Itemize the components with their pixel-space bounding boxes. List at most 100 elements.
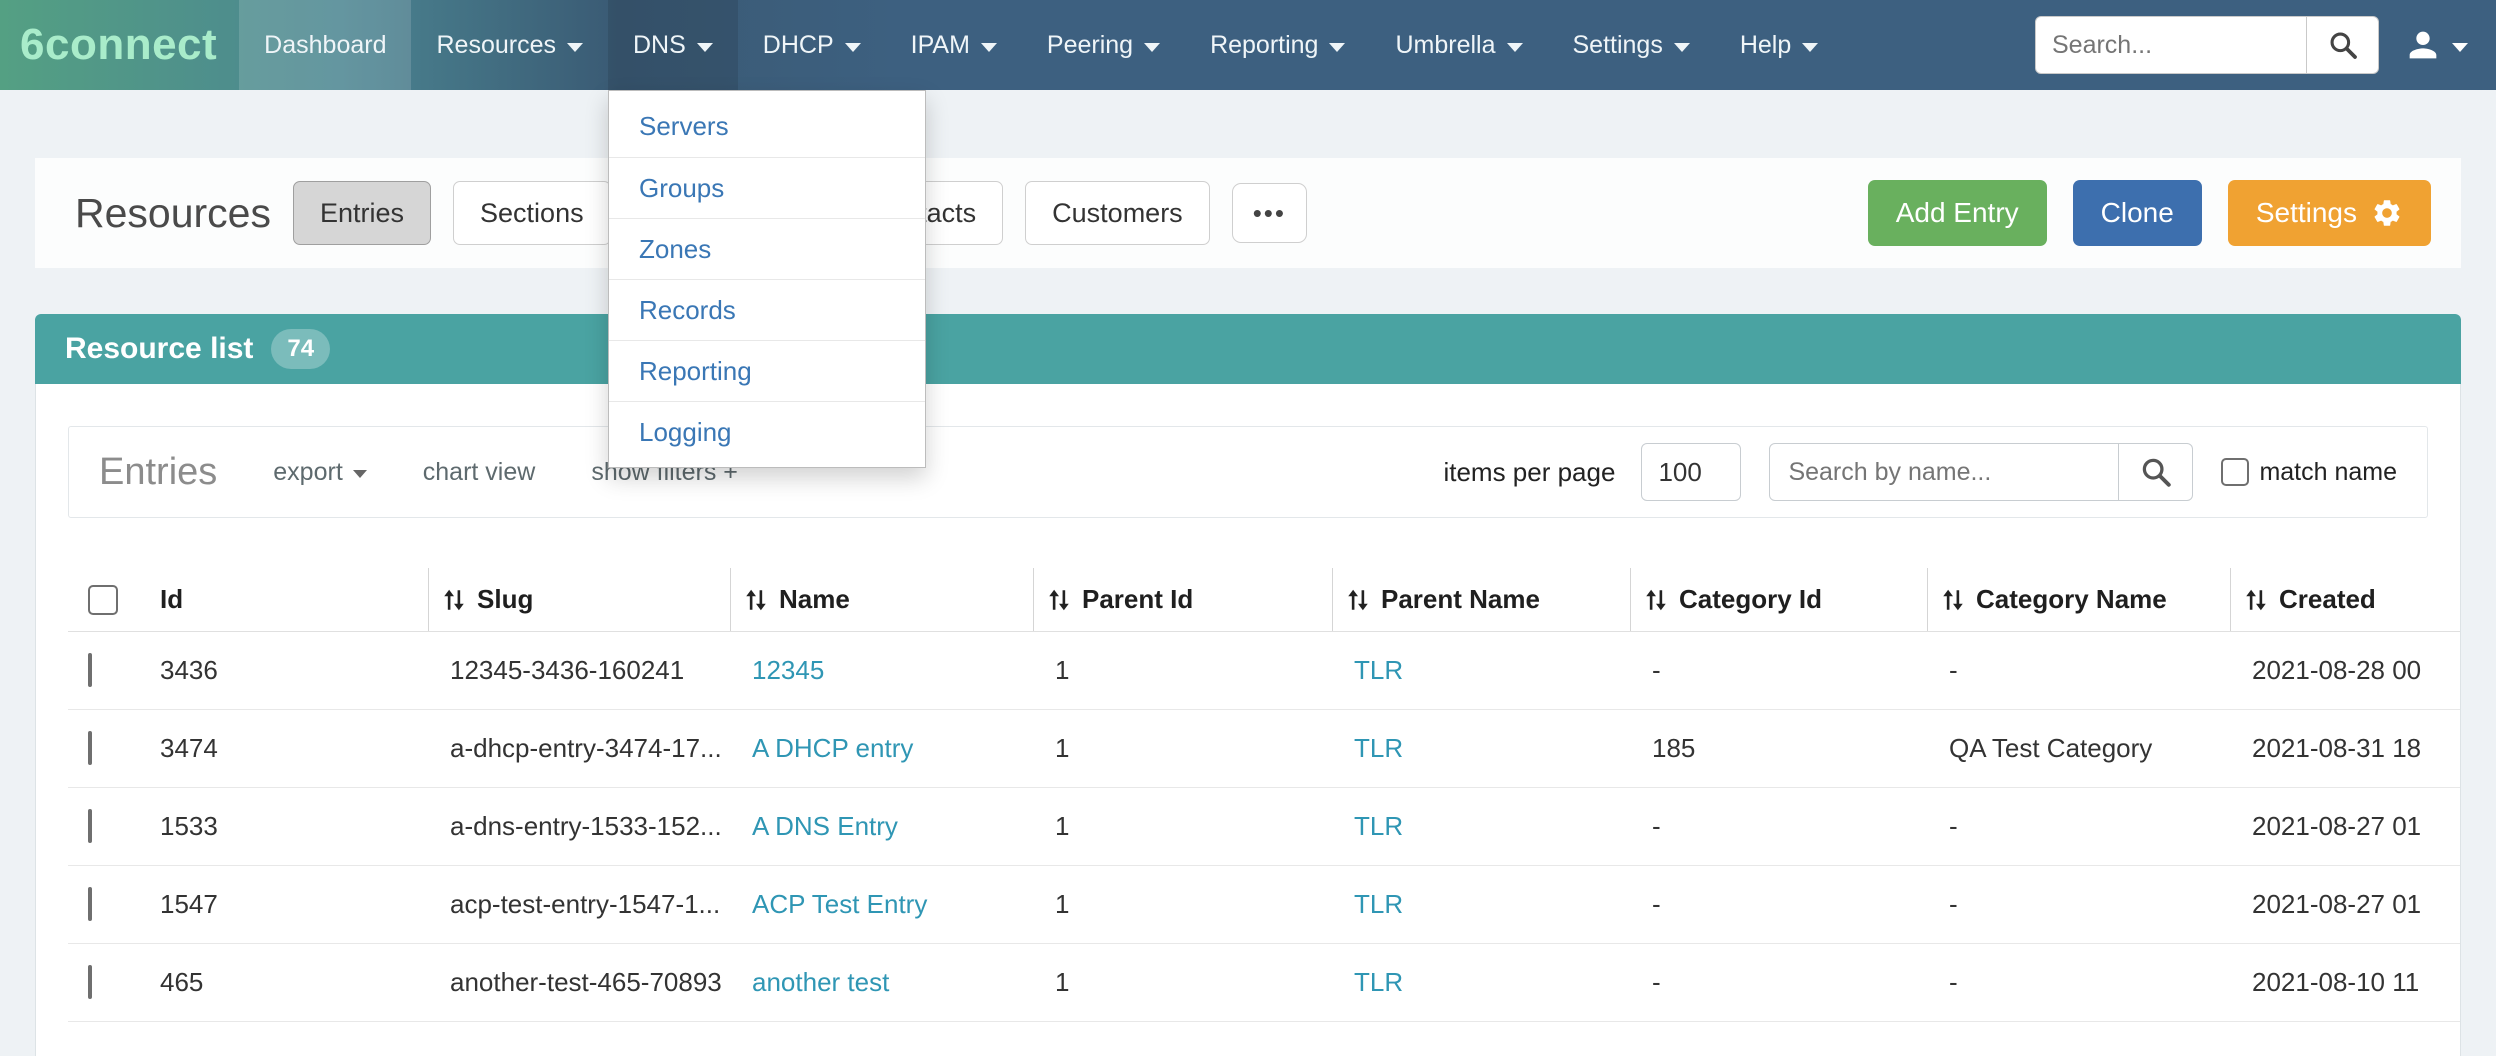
column-header-name[interactable]: Name: [730, 568, 1033, 631]
cell-parent-id: 1: [1033, 733, 1332, 764]
cell-parent-id: 1: [1033, 967, 1332, 998]
chart-view-link[interactable]: chart view: [423, 458, 536, 487]
resources-toolbar: Resources Entries Sections Contacts Cust…: [35, 158, 2461, 268]
table-row: 3436 12345-3436-160241 12345 1 TLR - - 2…: [68, 632, 2460, 710]
cell-parent-id: 1: [1033, 889, 1332, 920]
more-tabs-button[interactable]: •••: [1232, 183, 1307, 243]
export-menu[interactable]: export: [273, 458, 366, 487]
cell-category-id: -: [1630, 811, 1927, 842]
gear-icon: [2371, 197, 2403, 229]
top-navbar: 6connect Dashboard Resources DNS Servers…: [0, 0, 2496, 90]
parent-name-link[interactable]: TLR: [1354, 811, 1403, 841]
name-search-input[interactable]: [1769, 443, 2119, 501]
parent-name-link[interactable]: TLR: [1354, 967, 1403, 997]
chevron-down-icon: [1144, 43, 1160, 52]
global-search-input[interactable]: [2035, 16, 2307, 74]
nav-item-umbrella[interactable]: Umbrella: [1370, 0, 1547, 90]
clone-button[interactable]: Clone: [2073, 180, 2202, 246]
cell-category-name: QA Test Category: [1927, 733, 2230, 764]
column-header-category-id[interactable]: Category Id: [1630, 568, 1927, 631]
cell-category-name: -: [1927, 655, 2230, 686]
tab-customers[interactable]: Customers: [1025, 181, 1210, 245]
nav-label: Help: [1740, 31, 1791, 60]
global-search: [2035, 0, 2379, 90]
app-logo[interactable]: 6connect: [0, 0, 239, 90]
cell-category-id: -: [1630, 889, 1927, 920]
sort-icon: [2245, 587, 2267, 613]
main-nav: Dashboard Resources DNS Servers Groups Z…: [239, 0, 1843, 90]
nav-label: Peering: [1047, 31, 1133, 60]
nav-label: Settings: [1573, 31, 1663, 60]
nav-item-peering[interactable]: Peering: [1022, 0, 1185, 90]
row-checkbox[interactable]: [88, 887, 92, 921]
add-entry-button[interactable]: Add Entry: [1868, 180, 2047, 246]
name-search-button[interactable]: [2119, 443, 2193, 501]
nav-item-dns[interactable]: DNS Servers Groups Zones Records Reporti…: [608, 0, 738, 90]
column-header-created[interactable]: Created: [2230, 568, 2460, 631]
cell-category-name: -: [1927, 811, 2230, 842]
nav-item-ipam[interactable]: IPAM: [886, 0, 1022, 90]
settings-button[interactable]: Settings: [2228, 180, 2431, 246]
sort-icon: [1645, 587, 1667, 613]
nav-label: DNS: [633, 31, 686, 60]
table-row: 3474 a-dhcp-entry-3474-17... A DHCP entr…: [68, 710, 2460, 788]
menu-item-logging[interactable]: Logging: [609, 401, 925, 462]
chevron-down-icon: [2452, 43, 2468, 52]
chevron-down-icon: [1674, 43, 1690, 52]
entry-name-link[interactable]: ACP Test Entry: [752, 889, 927, 919]
nav-item-reporting[interactable]: Reporting: [1185, 0, 1370, 90]
cell-slug: acp-test-entry-1547-1...: [428, 889, 730, 920]
chevron-down-icon: [845, 43, 861, 52]
menu-item-servers[interactable]: Servers: [609, 96, 925, 157]
user-menu[interactable]: [2379, 0, 2496, 90]
sort-icon: [1048, 587, 1070, 613]
sort-icon: [1347, 587, 1369, 613]
chevron-down-icon: [353, 470, 367, 478]
entries-table: Id Slug Name Parent Id Parent Name: [68, 568, 2460, 1022]
column-header-parent-id[interactable]: Parent Id: [1033, 568, 1332, 631]
nav-item-dhcp[interactable]: DHCP: [738, 0, 886, 90]
toolbar-actions: Add Entry Clone Settings: [1868, 180, 2431, 246]
match-name-label: match name: [2259, 458, 2397, 487]
chevron-down-icon: [1802, 43, 1818, 52]
row-checkbox[interactable]: [88, 809, 92, 843]
menu-item-records[interactable]: Records: [609, 279, 925, 340]
resource-list-panel: Resource list 74 Entries export chart vi…: [35, 314, 2461, 1056]
parent-name-link[interactable]: TLR: [1354, 655, 1403, 685]
match-name-checkbox[interactable]: [2221, 458, 2249, 486]
items-per-page-input[interactable]: [1641, 443, 1741, 501]
column-header-category-name[interactable]: Category Name: [1927, 568, 2230, 631]
table-row: 1547 acp-test-entry-1547-1... ACP Test E…: [68, 866, 2460, 944]
entry-name-link[interactable]: A DHCP entry: [752, 733, 913, 763]
nav-label: Resources: [436, 31, 556, 60]
entry-name-link[interactable]: A DNS Entry: [752, 811, 898, 841]
nav-label: DHCP: [763, 31, 834, 60]
cell-created: 2021-08-31 18: [2230, 733, 2460, 764]
menu-item-reporting[interactable]: Reporting: [609, 340, 925, 401]
menu-item-groups[interactable]: Groups: [609, 157, 925, 218]
row-checkbox[interactable]: [88, 653, 92, 687]
row-checkbox[interactable]: [88, 965, 92, 999]
entry-name-link[interactable]: 12345: [752, 655, 824, 685]
cell-parent-id: 1: [1033, 655, 1332, 686]
row-checkbox[interactable]: [88, 731, 92, 765]
cell-slug: a-dns-entry-1533-152...: [428, 811, 730, 842]
nav-item-settings[interactable]: Settings: [1548, 0, 1715, 90]
parent-name-link[interactable]: TLR: [1354, 889, 1403, 919]
column-header-id: Id: [138, 568, 428, 631]
select-all-checkbox[interactable]: [88, 585, 118, 615]
menu-item-zones[interactable]: Zones: [609, 218, 925, 279]
items-per-page-label: items per page: [1443, 457, 1615, 488]
entry-name-link[interactable]: another test: [752, 967, 889, 997]
global-search-button[interactable]: [2307, 16, 2379, 74]
tab-sections[interactable]: Sections: [453, 181, 611, 245]
search-icon: [2327, 29, 2359, 61]
column-header-slug[interactable]: Slug: [428, 568, 730, 631]
nav-item-dashboard[interactable]: Dashboard: [239, 0, 411, 90]
nav-item-resources[interactable]: Resources: [411, 0, 608, 90]
parent-name-link[interactable]: TLR: [1354, 733, 1403, 763]
tab-entries[interactable]: Entries: [293, 181, 431, 245]
column-header-parent-name[interactable]: Parent Name: [1332, 568, 1630, 631]
cell-id: 3436: [138, 655, 428, 686]
nav-item-help[interactable]: Help: [1715, 0, 1843, 90]
